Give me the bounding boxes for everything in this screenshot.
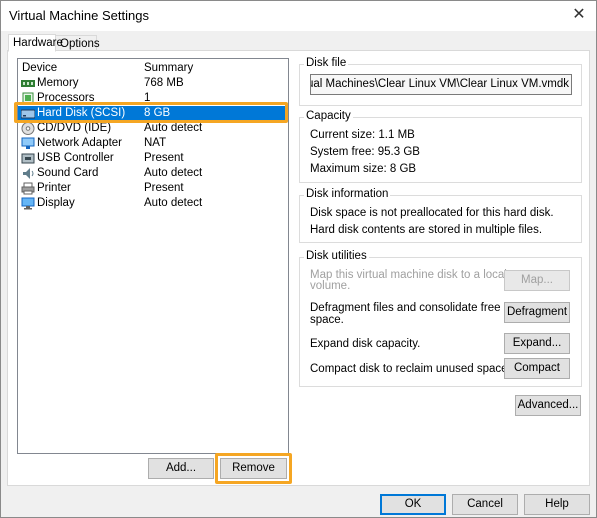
compact-button[interactable]: Compact bbox=[504, 358, 570, 379]
printer-icon bbox=[21, 182, 35, 195]
add-button[interactable]: Add... bbox=[148, 458, 214, 479]
column-header-summary[interactable]: Summary bbox=[144, 62, 193, 74]
disk-info-line-2: Hard disk contents are stored in multipl… bbox=[310, 224, 543, 236]
compact-description: Compact disk to reclaim unused space. bbox=[310, 363, 511, 375]
close-button[interactable]: ✕ bbox=[568, 5, 590, 25]
device-row-display[interactable]: Display Auto detect bbox=[18, 196, 288, 211]
device-summary: NAT bbox=[144, 137, 167, 149]
device-list[interactable]: Device Summary Memory 768 MB Processors … bbox=[17, 58, 289, 454]
disk-file-path: ents\Virtual Machines\Clear Linux VM\Cle… bbox=[311, 78, 569, 90]
map-description-line-2: volume. bbox=[310, 280, 351, 292]
device-name: CD/DVD (IDE) bbox=[37, 122, 112, 134]
disk-information-group: Disk information Disk space is not preal… bbox=[299, 188, 582, 243]
device-name: Sound Card bbox=[37, 167, 99, 179]
system-free: System free: 95.3 GB bbox=[310, 146, 420, 158]
current-size: Current size: 1.1 MB bbox=[310, 129, 415, 141]
cd-dvd-icon bbox=[21, 122, 35, 135]
device-row-network-adapter[interactable]: Network Adapter NAT bbox=[18, 136, 288, 151]
column-header-device[interactable]: Device bbox=[22, 62, 57, 74]
disk-info-line-1: Disk space is not preallocated for this … bbox=[310, 207, 554, 219]
device-row-memory[interactable]: Memory 768 MB bbox=[18, 76, 288, 91]
disk-utilities-title: Disk utilities bbox=[304, 250, 369, 262]
maximum-size: Maximum size: 8 GB bbox=[310, 163, 417, 175]
device-summary: Auto detect bbox=[144, 122, 203, 134]
memory-icon bbox=[21, 80, 35, 87]
capacity-title: Capacity bbox=[304, 110, 353, 122]
device-summary: 8 GB bbox=[144, 107, 171, 119]
device-row-hard-disk[interactable]: Hard Disk (SCSI) 8 GB bbox=[18, 106, 288, 121]
expand-button[interactable]: Expand... bbox=[504, 333, 570, 354]
vm-settings-dialog: Virtual Machine Settings ✕ Hardware Opti… bbox=[0, 0, 597, 518]
device-row-sound-card[interactable]: Sound Card Auto detect bbox=[18, 166, 288, 181]
cancel-button[interactable]: Cancel bbox=[452, 494, 518, 515]
map-button[interactable]: Map... bbox=[504, 270, 570, 291]
device-summary: Auto detect bbox=[144, 197, 203, 209]
sound-card-icon bbox=[23, 168, 34, 179]
defragment-button[interactable]: Defragment bbox=[504, 302, 570, 323]
device-row-usb-controller[interactable]: USB Controller Present bbox=[18, 151, 288, 166]
usb-controller-icon bbox=[21, 153, 35, 164]
defragment-description-line-2: space. bbox=[310, 314, 344, 326]
window-title: Virtual Machine Settings bbox=[9, 8, 149, 23]
advanced-button[interactable]: Advanced... bbox=[515, 395, 581, 416]
tab-hardware-label: Hardware bbox=[13, 37, 63, 49]
close-icon: ✕ bbox=[572, 6, 586, 23]
processor-icon bbox=[22, 92, 34, 104]
device-summary: Present bbox=[144, 182, 184, 194]
disk-file-path-field[interactable]: ents\Virtual Machines\Clear Linux VM\Cle… bbox=[310, 74, 572, 95]
hard-disk-icon bbox=[21, 109, 35, 119]
capacity-group: Capacity Current size: 1.1 MB System fre… bbox=[299, 110, 582, 183]
tab-options-label: Options bbox=[60, 38, 100, 50]
device-summary: Present bbox=[144, 152, 184, 164]
tab-hardware[interactable]: Hardware bbox=[8, 34, 63, 52]
device-row-printer[interactable]: Printer Present bbox=[18, 181, 288, 196]
device-name: USB Controller bbox=[37, 152, 114, 164]
expand-description: Expand disk capacity. bbox=[310, 338, 421, 350]
ok-button[interactable]: OK bbox=[380, 494, 446, 515]
device-row-processors[interactable]: Processors 1 bbox=[18, 91, 288, 106]
device-name: Memory bbox=[37, 77, 79, 89]
device-name: Display bbox=[37, 197, 75, 209]
device-summary: 1 bbox=[144, 92, 151, 104]
display-icon bbox=[21, 197, 35, 210]
device-name: Processors bbox=[37, 92, 95, 104]
device-summary: Auto detect bbox=[144, 167, 203, 179]
device-name: Hard Disk (SCSI) bbox=[37, 107, 126, 119]
title-bar: Virtual Machine Settings ✕ bbox=[1, 1, 596, 31]
device-row-cd-dvd[interactable]: CD/DVD (IDE) Auto detect bbox=[18, 121, 288, 136]
device-name: Network Adapter bbox=[37, 137, 123, 149]
disk-file-title: Disk file bbox=[304, 57, 349, 69]
network-adapter-icon bbox=[21, 137, 35, 149]
help-button[interactable]: Help bbox=[524, 494, 590, 515]
device-summary: 768 MB bbox=[144, 77, 184, 89]
device-name: Printer bbox=[37, 182, 71, 194]
disk-information-title: Disk information bbox=[304, 188, 391, 200]
remove-button[interactable]: Remove bbox=[220, 458, 287, 479]
